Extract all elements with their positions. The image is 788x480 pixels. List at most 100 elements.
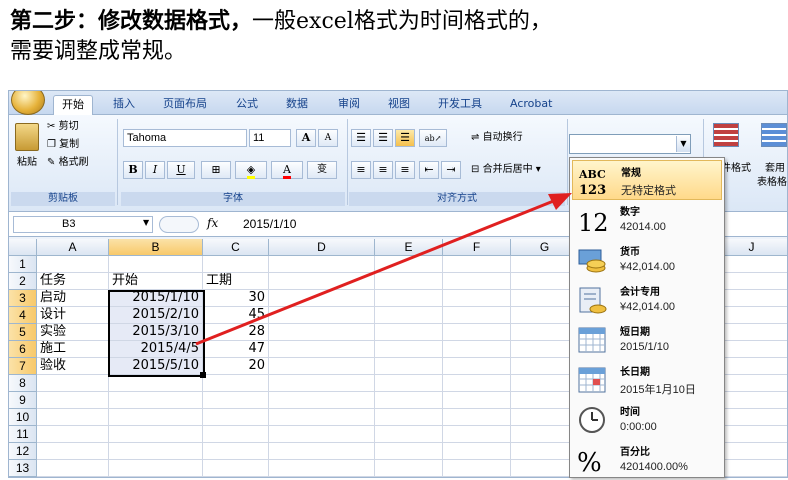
number-format-select[interactable] — [569, 134, 691, 154]
cell[interactable]: 施工 — [37, 341, 109, 358]
cell[interactable]: 2015/3/10 — [109, 324, 203, 341]
cell[interactable] — [269, 426, 375, 443]
cell[interactable] — [269, 307, 375, 324]
conditional-format-label[interactable]: 件格式 — [721, 161, 751, 177]
fill-color-button[interactable]: ◈ — [235, 161, 267, 179]
tab-home[interactable]: 开始 — [53, 95, 93, 115]
number-format-option[interactable]: 12 数字 42014.00 — [572, 200, 722, 240]
cell[interactable] — [109, 256, 203, 273]
italic-button[interactable]: I — [145, 161, 165, 179]
tab-view[interactable]: 视图 — [380, 95, 418, 115]
cell[interactable] — [375, 358, 443, 375]
insert-function-button[interactable]: fx — [207, 216, 218, 230]
row-header[interactable]: 5 — [9, 324, 37, 341]
cell[interactable]: 2015/1/10 — [109, 290, 203, 307]
align-middle-button[interactable]: ☰ — [373, 129, 393, 147]
borders-button[interactable]: ⊞ — [201, 161, 231, 179]
name-box[interactable]: B3 — [13, 216, 153, 233]
cell[interactable] — [375, 375, 443, 392]
row-header[interactable]: 9 — [9, 392, 37, 409]
tab-review[interactable]: 审阅 — [330, 95, 368, 115]
cell[interactable] — [375, 307, 443, 324]
shrink-font-button[interactable]: A — [318, 129, 338, 147]
decrease-indent-button[interactable]: ⇤ — [419, 161, 439, 179]
cell[interactable] — [375, 443, 443, 460]
col-header[interactable]: D — [269, 239, 375, 256]
formula-cancel-enter-buttons[interactable] — [159, 216, 199, 233]
cell[interactable]: 开始 — [109, 273, 203, 290]
number-format-option[interactable]: % 百分比 4201400.00% — [572, 440, 722, 480]
cell[interactable]: 工期 — [203, 273, 269, 290]
cell[interactable] — [109, 443, 203, 460]
col-header[interactable]: J — [715, 239, 787, 256]
format-as-table-icon[interactable] — [761, 123, 787, 147]
select-all-corner[interactable] — [9, 239, 37, 256]
cell[interactable]: 47 — [203, 341, 269, 358]
row-header[interactable]: 1 — [9, 256, 37, 273]
col-header[interactable]: B — [109, 239, 203, 256]
font-size-select[interactable]: 11 — [249, 129, 291, 147]
font-name-select[interactable]: Tahoma — [123, 129, 247, 147]
tab-developer[interactable]: 开发工具 — [430, 95, 490, 115]
cell[interactable]: 2015/2/10 — [109, 307, 203, 324]
cell[interactable] — [203, 375, 269, 392]
cell[interactable] — [203, 460, 269, 477]
cell[interactable] — [375, 392, 443, 409]
cell[interactable] — [269, 460, 375, 477]
cell[interactable] — [443, 307, 511, 324]
paste-button[interactable]: 粘贴 — [17, 155, 37, 171]
cell[interactable] — [443, 256, 511, 273]
cell[interactable]: 验收 — [37, 358, 109, 375]
orientation-button[interactable]: ab↗ — [419, 129, 447, 147]
fill-handle[interactable] — [200, 372, 206, 378]
number-format-option[interactable]: 货币 ¥42,014.00 — [572, 240, 722, 280]
col-header[interactable]: F — [443, 239, 511, 256]
bold-button[interactable]: B — [123, 161, 143, 179]
copy-button[interactable]: ❐ 复制 — [47, 137, 79, 153]
cell[interactable]: 2015/5/10 — [109, 358, 203, 375]
cell[interactable] — [715, 409, 787, 426]
cut-button[interactable]: ✂ 剪切 — [47, 119, 79, 135]
cell[interactable] — [269, 375, 375, 392]
cell[interactable]: 28 — [203, 324, 269, 341]
tab-data[interactable]: 数据 — [278, 95, 316, 115]
cell[interactable] — [715, 426, 787, 443]
number-format-dropdown-icon[interactable]: ▼ — [676, 136, 690, 152]
office-button[interactable] — [11, 91, 45, 115]
row-header[interactable]: 4 — [9, 307, 37, 324]
format-painter-button[interactable]: ✎ 格式刷 — [47, 155, 89, 171]
cell[interactable] — [375, 460, 443, 477]
cell[interactable]: 30 — [203, 290, 269, 307]
phonetic-button[interactable]: 变 — [307, 161, 337, 179]
cell[interactable] — [37, 409, 109, 426]
cell[interactable] — [37, 256, 109, 273]
cell[interactable] — [375, 324, 443, 341]
cell[interactable] — [443, 273, 511, 290]
cell[interactable]: 45 — [203, 307, 269, 324]
name-box-dropdown-icon[interactable]: ▼ — [143, 218, 149, 227]
cell[interactable] — [269, 273, 375, 290]
align-top-button[interactable]: ☰ — [351, 129, 371, 147]
row-header[interactable]: 11 — [9, 426, 37, 443]
cell[interactable] — [37, 460, 109, 477]
cell[interactable] — [203, 443, 269, 460]
font-color-button[interactable]: A — [271, 161, 303, 179]
cell[interactable] — [715, 324, 787, 341]
cell[interactable] — [375, 426, 443, 443]
cell[interactable] — [269, 358, 375, 375]
col-header[interactable]: E — [375, 239, 443, 256]
cell[interactable] — [269, 443, 375, 460]
cell[interactable] — [443, 341, 511, 358]
cell[interactable] — [443, 392, 511, 409]
col-header[interactable]: C — [203, 239, 269, 256]
cell[interactable] — [443, 443, 511, 460]
cell[interactable] — [203, 256, 269, 273]
cell[interactable] — [443, 460, 511, 477]
cell[interactable] — [109, 460, 203, 477]
cell[interactable] — [715, 392, 787, 409]
cell[interactable] — [37, 443, 109, 460]
cell[interactable] — [37, 426, 109, 443]
cell[interactable] — [109, 375, 203, 392]
formula-input[interactable]: 2015/1/10 — [243, 217, 296, 231]
cell[interactable] — [443, 290, 511, 307]
